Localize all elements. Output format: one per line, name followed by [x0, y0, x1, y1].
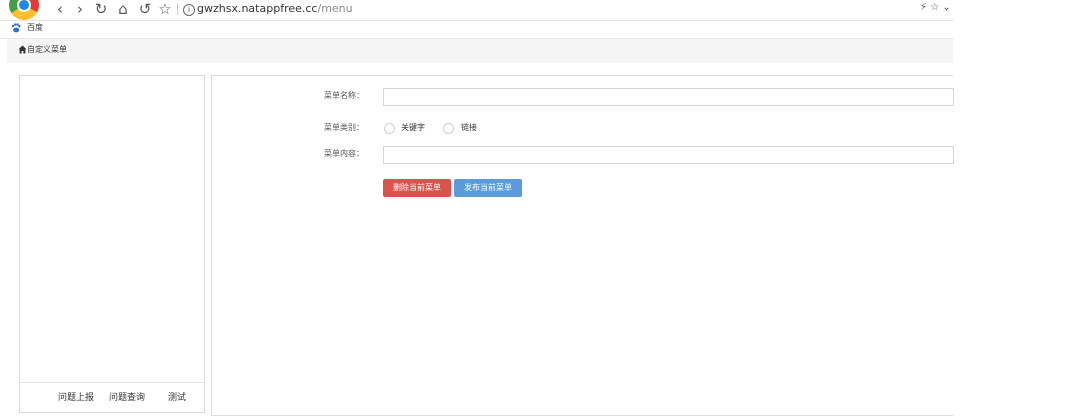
reload-icon[interactable]: ↻ — [92, 0, 110, 18]
type-keyword-radio[interactable] — [384, 123, 395, 134]
menu-edit-panel: 菜单名称： 菜单类别： 关键字 链接 菜单内容： 删除当前菜单 发布当前菜单 — [211, 75, 954, 416]
address-bar[interactable]: gwzhsx.natappfree.cc/menu — [197, 2, 353, 16]
browser-toolbar: ‹ › ↻ ⌂ ↺ ☆ i gwzhsx.natappfree.cc/menu … — [0, 0, 953, 21]
menu-tab-report[interactable]: 问题上报 — [58, 392, 94, 404]
breadcrumb: 自定义菜单 — [7, 39, 953, 63]
menu-name-label: 菜单名称： — [324, 91, 364, 100]
type-keyword-label[interactable]: 关键字 — [401, 123, 425, 133]
back-icon[interactable]: ‹ — [51, 0, 69, 18]
baidu-icon[interactable] — [11, 23, 21, 33]
preview-menu-bar: 问题上报 问题查询 测试 — [20, 382, 204, 412]
bookmark-baidu[interactable]: 百度 — [27, 23, 43, 33]
menu-tab-query[interactable]: 问题查询 — [109, 392, 145, 404]
type-link-label[interactable]: 链接 — [461, 123, 477, 133]
publish-menu-button[interactable]: 发布当前菜单 — [454, 179, 522, 197]
type-link-radio[interactable] — [443, 123, 454, 134]
forward-icon[interactable]: › — [71, 0, 89, 18]
page-title: 自定义菜单 — [27, 45, 67, 54]
url-host: gwzhsx.natappfree.cc — [197, 2, 318, 15]
address-separator — [177, 3, 178, 15]
undo-icon[interactable]: ↺ — [136, 0, 154, 18]
menu-tab-test[interactable]: 测试 — [168, 392, 186, 404]
star-icon[interactable]: ☆ — [156, 0, 174, 18]
menu-preview-panel: 问题上报 问题查询 测试 — [19, 75, 205, 413]
menu-type-label: 菜单类别： — [324, 123, 364, 132]
browser-logo-icon — [9, 0, 39, 20]
delete-menu-button[interactable]: 删除当前菜单 — [383, 179, 451, 197]
toolbar-right-icons[interactable]: ⚡ ☆ ⌄ — [920, 2, 951, 13]
menu-name-input[interactable] — [383, 88, 954, 106]
bookmarks-bar: 百度 — [0, 21, 953, 39]
home-page-icon[interactable]: ⌂ — [114, 0, 132, 18]
site-info-icon[interactable]: i — [183, 4, 195, 16]
url-path: /menu — [317, 2, 353, 15]
menu-content-input[interactable] — [383, 146, 954, 164]
home-icon — [18, 45, 27, 57]
menu-content-label: 菜单内容： — [324, 149, 364, 158]
